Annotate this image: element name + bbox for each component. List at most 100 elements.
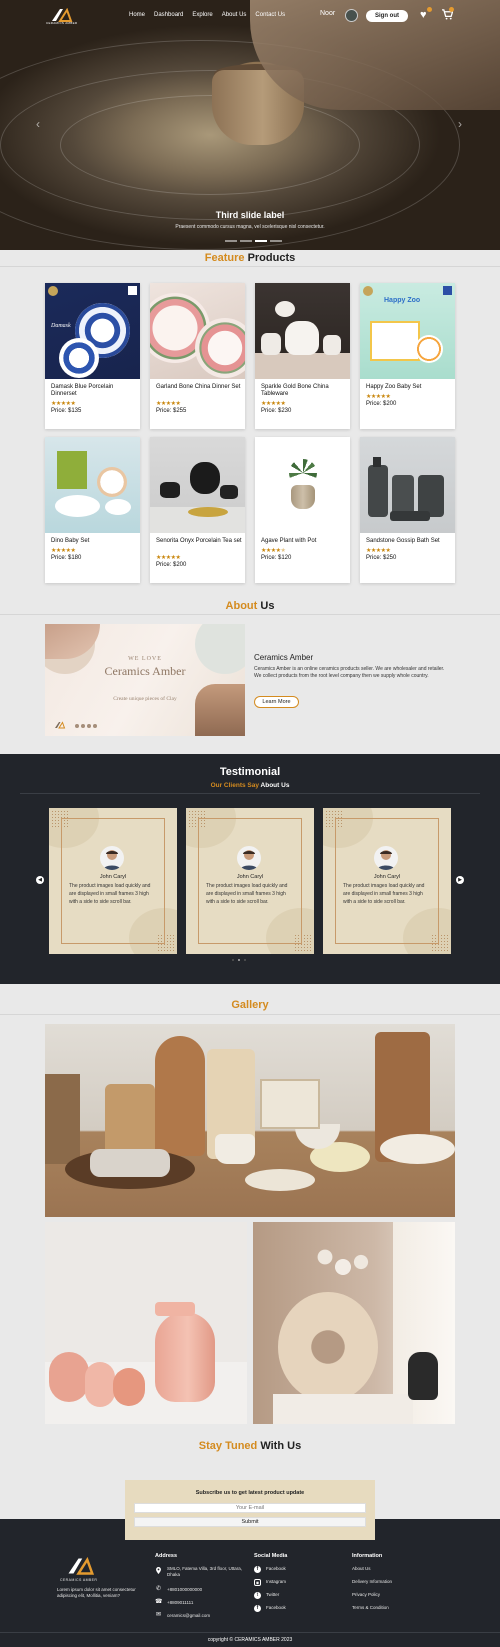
gallery-image-pink-vases [45,1222,247,1424]
footer-phone-2: +8809011111 [167,1600,194,1605]
product-image [150,283,245,379]
product-image [255,283,350,379]
twitter-icon[interactable]: t [254,1592,261,1599]
carousel-indicator[interactable] [270,240,282,242]
instagram-icon[interactable]: ◉ [254,1579,261,1586]
product-card[interactable]: Sparkle Gold Bone China Tableware ★★★★★ … [255,283,350,429]
product-card[interactable]: Damask Damask Blue Porcelain Dinnerset ★… [45,283,140,429]
testimonial-section: Testimonial Our Clients Say About Us ◀ ▶… [0,754,500,984]
footer-info-link[interactable]: Terms & Condition [352,1605,389,1611]
product-card[interactable]: Agave Plant with Pot ★★★★★ Price: $120 [255,437,350,583]
carousel-indicator[interactable] [225,240,237,242]
carousel-prev-icon[interactable]: ‹ [36,117,40,131]
submit-button[interactable]: Submit [134,1517,366,1527]
cart-badge [449,7,454,12]
about-title: About Us [225,600,275,612]
footer-social-link[interactable]: Facebook [266,1566,286,1572]
testimonial-prev-icon[interactable]: ◀ [36,876,44,884]
product-card[interactable]: Sandstone Gossip Bath Set ★★★★★ Price: $… [360,437,455,583]
client-review: The product images load quickly and are … [206,883,288,905]
product-card[interactable]: Dino Baby Set ★★★★★ Price: $180 [45,437,140,583]
navbar: CERAMICS AMBER Home Dashboard Explore Ab… [0,0,500,32]
wishlist-badge [427,7,432,12]
product-image [45,437,140,533]
footer-brand: CERAMICS AMBER [60,1578,98,1582]
about-text: Ceramics Amber is an online ceramics pro… [254,666,445,679]
logo-icon [52,8,73,22]
email-input[interactable]: Your E-mail [134,1503,366,1513]
signout-button[interactable]: Sign out [366,10,408,22]
learn-more-button[interactable]: Learn More [254,696,299,708]
footer-phone-1: +8801000000000 [167,1587,203,1592]
product-name[interactable]: Senorita Onyx Porcelain Tea set [156,538,242,545]
logo-icon [55,721,66,729]
product-name[interactable]: Dino Baby Set [51,538,137,545]
user-avatar[interactable] [345,9,358,22]
footer-info-link[interactable]: Delivery Information [352,1579,392,1585]
product-price: Price: $250 [366,555,397,561]
client-name: John Caryl [236,874,264,880]
product-card[interactable]: Senorita Onyx Porcelain Tea set ★★★★★ Pr… [150,437,245,583]
product-card[interactable]: Garland Bone China Dinner Set ★★★★★ Pric… [150,283,245,429]
nav-explore[interactable]: Explore [192,12,212,18]
testimonial-card: John Caryl The product images load quick… [323,808,451,954]
product-image [255,437,350,533]
product-price: Price: $200 [366,401,397,407]
testimonial-dot[interactable] [244,959,246,961]
rating-stars: ★★★★★ [51,401,76,407]
product-name[interactable]: Agave Plant with Pot [261,538,347,545]
product-price: Price: $230 [261,408,292,414]
nav-contact[interactable]: Contact Us [255,12,285,18]
testimonial-dot[interactable] [232,959,234,961]
testimonial-dot-active[interactable] [238,959,240,961]
about-heading: Ceramics Amber [254,653,314,662]
brand-name: CERAMICS AMBER [46,21,78,25]
wheel-ring [60,95,360,195]
testimonial-next-icon[interactable]: ▶ [456,876,464,884]
heart-icon[interactable]: ♥ [420,9,427,21]
rating-stars: ★★★★★ [51,548,76,554]
testimonial-card: John Caryl The product images load quick… [49,808,177,954]
client-avatar [100,846,124,870]
client-review: The product images load quickly and are … [69,883,151,905]
divider [0,266,500,267]
mail-icon: ✉ [155,1612,162,1618]
brand-logo[interactable]: CERAMICS AMBER [46,8,82,28]
slide-title: Third slide label [215,210,285,220]
gallery-image-donut-vase [253,1222,455,1424]
subscribe-title: Subscribe us to get latest product updat… [195,1490,305,1496]
nav-home[interactable]: Home [129,12,145,18]
product-name[interactable]: Sandstone Gossip Bath Set [366,538,452,545]
product-name[interactable]: Sparkle Gold Bone China Tableware [261,384,347,398]
nav-about[interactable]: About Us [222,12,247,18]
product-name[interactable]: Happy Zoo Baby Set [366,384,452,391]
footer-social-link[interactable]: Twitter [266,1592,279,1598]
footer-email[interactable]: ceramics@gmail.com [167,1613,210,1619]
carousel-indicator[interactable] [240,240,252,242]
footer-social-heading: Social Media [254,1553,288,1559]
facebook-icon[interactable]: f [254,1566,261,1573]
copyright: copyright © CERAMICS AMBER 2023 [207,1637,293,1643]
carousel-indicator-active[interactable] [255,240,267,242]
facebook-icon[interactable]: f [254,1605,261,1612]
footer-info-link[interactable]: Privacy Policy [352,1592,380,1598]
nav-dashboard[interactable]: Dashboard [154,12,183,18]
product-image: Happy Zoo [360,283,455,379]
product-name[interactable]: Garland Bone China Dinner Set [156,384,242,391]
product-card[interactable]: Happy Zoo Happy Zoo Baby Set ★★★★★ Price… [360,283,455,429]
carousel-next-icon[interactable]: › [458,117,462,131]
footer-social-link[interactable]: Instagram [266,1579,286,1585]
testimonial-subtitle: Our Clients Say About Us [210,782,290,789]
hero-carousel: CERAMICS AMBER Home Dashboard Explore Ab… [0,0,500,250]
footer-social-link[interactable]: Facebook [266,1605,286,1611]
client-name: John Caryl [99,874,127,880]
product-price: Price: $255 [156,408,187,414]
footer-address: SMLO, Fatema Villa, 3rd floor, Uttara, D… [167,1566,242,1577]
rating-stars: ★★★★★ [156,555,181,561]
divider [0,614,500,615]
product-image: Damask [45,283,140,379]
footer-address-heading: Address [155,1553,178,1559]
footer-info-link[interactable]: About Us [352,1566,371,1572]
phone-icon: ✆ [155,1586,162,1592]
product-name[interactable]: Damask Blue Porcelain Dinnerset [51,384,137,398]
